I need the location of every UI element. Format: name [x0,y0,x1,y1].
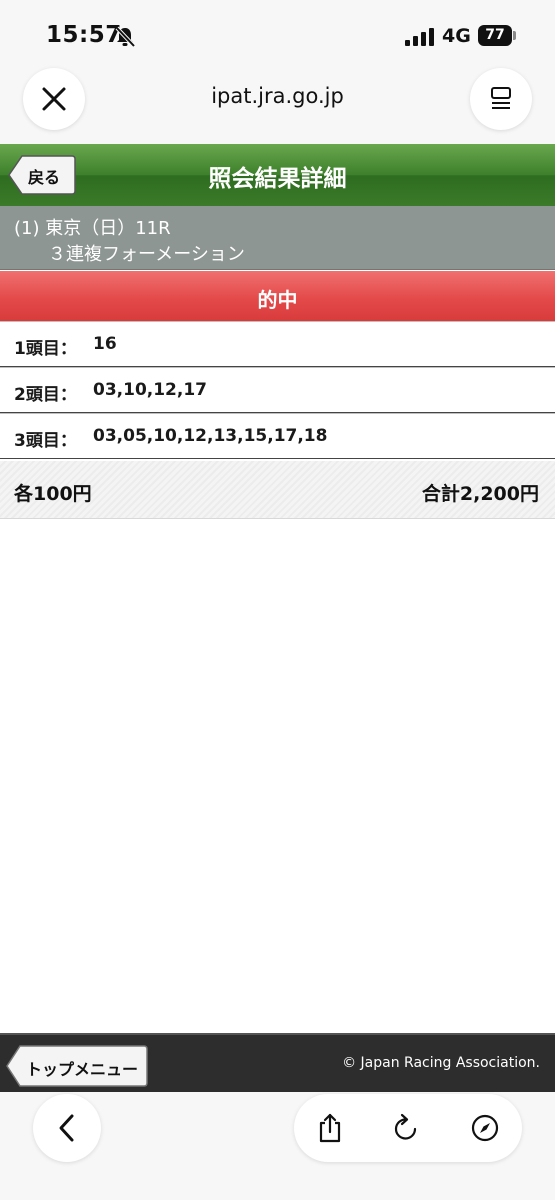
browser-actions [294,1094,522,1162]
top-menu-button[interactable]: トップメニュー [6,1045,148,1087]
unit-amount: 各100円 [14,483,92,505]
page-footer: トップメニュー © Japan Racing Association. [0,1033,555,1092]
status-bar: 15:57 4G 77 [0,0,555,70]
table-row: 1頭目： 16 [0,321,555,367]
page-menu-button[interactable] [470,68,532,130]
table-row: 2頭目： 03,10,12,17 [0,367,555,413]
row-value: 16 [93,334,117,354]
race-name: (1) 東京（日）11R [14,218,171,239]
browser-top-bar: ipat.jra.go.jp [0,68,555,144]
bell-slash-icon [115,26,136,48]
battery-tip [513,31,516,40]
result-status: 的中 [257,288,298,312]
browser-bottom-bar [0,1092,555,1200]
bet-type: ３連複フォーメーション [48,244,245,265]
network-type: 4G [442,25,471,47]
share-icon[interactable] [314,1112,346,1144]
bet-summary: 各100円 合計2,200円 [0,461,555,519]
row-value: 03,10,12,17 [93,380,208,400]
row-label: 2頭目： [14,385,77,405]
page-header: 戻る 照会結果詳細 [0,144,555,206]
page-menu-icon [491,87,511,109]
chevron-left-icon [59,1114,74,1142]
battery-icon: 77 [478,25,512,46]
reload-icon[interactable] [390,1112,422,1144]
row-label: 3頭目： [14,431,77,451]
copyright: © Japan Racing Association. [342,1055,540,1071]
browser-back-button[interactable] [33,1094,101,1162]
signal-icon [405,28,434,46]
table-row: 3頭目： 03,05,10,12,13,15,17,18 [0,413,555,459]
row-value: 03,05,10,12,13,15,17,18 [93,426,328,446]
result-banner: 的中 [0,271,555,321]
race-info: (1) 東京（日）11R ３連複フォーメーション [0,206,555,270]
page-title: 照会結果詳細 [208,166,347,192]
compass-icon[interactable] [469,1112,501,1144]
status-time: 15:57 [46,22,122,48]
total-amount: 合計2,200円 [421,483,539,505]
top-menu-label: トップメニュー [26,1060,139,1079]
row-label: 1頭目： [14,339,77,359]
